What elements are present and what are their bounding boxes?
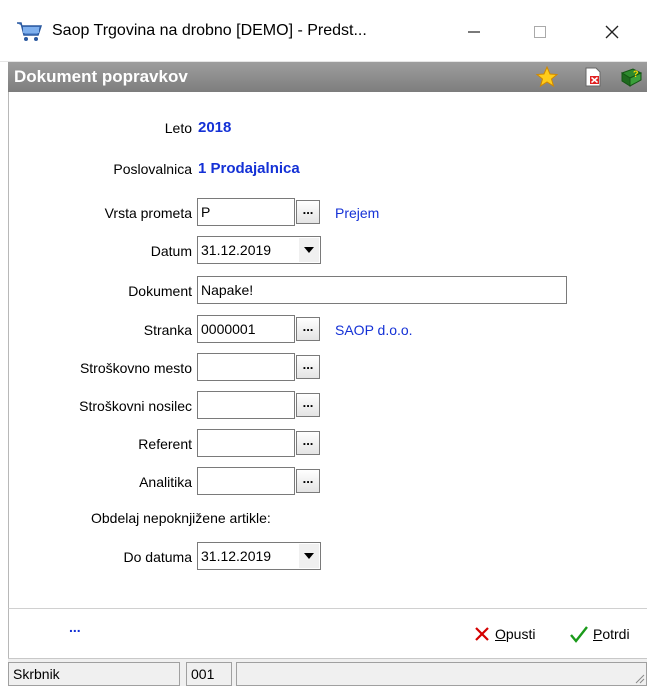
close-icon — [605, 25, 619, 39]
minimize-icon — [468, 31, 480, 33]
cancel-label: Opusti — [495, 626, 535, 642]
vrsta-prometa-input[interactable] — [197, 198, 295, 226]
stroskovni-nosilec-label: Stroškovni nosilec — [79, 398, 192, 414]
star-icon[interactable] — [535, 65, 559, 89]
stranka-label: Stranka — [143, 322, 192, 338]
confirm-label: Potrdi — [593, 626, 630, 642]
referent-label: Referent — [138, 436, 192, 452]
do-datuma-label: Do datuma — [123, 549, 192, 565]
status-code: 001 — [186, 662, 232, 686]
analitika-input[interactable] — [197, 467, 295, 495]
more-options-button[interactable]: ... — [69, 619, 81, 635]
stroskovni-nosilec-input[interactable] — [197, 391, 295, 419]
minimize-button[interactable] — [452, 14, 496, 50]
stroskovni-nosilec-lookup-button[interactable]: ... — [296, 393, 320, 417]
leto-value: 2018 — [198, 119, 232, 136]
cancel-label-rest: pusti — [505, 626, 536, 642]
stranka-description: SAOP d.o.o. — [335, 322, 413, 338]
stroskovno-mesto-label: Stroškovno mesto — [79, 360, 192, 376]
help-book-icon[interactable]: ? — [619, 65, 643, 89]
datum-dropdown-button[interactable] — [299, 238, 319, 262]
confirm-button[interactable]: Potrdi — [569, 621, 630, 647]
analitika-lookup-button[interactable]: ... — [296, 469, 320, 493]
action-bar: ... Opusti Potrdi — [8, 608, 647, 658]
analitika-label: Analitika — [139, 474, 192, 490]
checkmark-icon — [570, 626, 588, 643]
resize-grip-icon[interactable] — [633, 672, 645, 684]
form-title: Dokument popravkov — [14, 67, 188, 86]
form-content: Leto 2018 Poslovalnica 1 Prodajalnica Vr… — [8, 92, 647, 608]
chevron-down-icon — [304, 553, 314, 559]
referent-lookup-button[interactable]: ... — [296, 431, 320, 455]
poslovalnica-value: 1 Prodajalnica — [198, 160, 300, 177]
close-button[interactable] — [590, 14, 634, 50]
cancel-hotkey: O — [495, 626, 506, 642]
vrsta-prometa-description: Prejem — [335, 205, 380, 221]
cancel-button[interactable]: Opusti — [473, 621, 535, 647]
stranka-lookup-button[interactable]: ... — [296, 317, 320, 341]
status-extra — [236, 662, 647, 686]
svg-text:?: ? — [633, 69, 639, 79]
do-datuma-dropdown-button[interactable] — [299, 544, 319, 568]
referent-input[interactable] — [197, 429, 295, 457]
maximize-icon — [534, 26, 546, 38]
vrsta-prometa-label: Vrsta prometa — [104, 205, 192, 221]
cancel-x-icon — [475, 627, 489, 641]
dokument-input[interactable] — [197, 276, 567, 304]
form-header: Dokument popravkov ? — [8, 62, 647, 92]
window-title: Saop Trgovina na drobno [DEMO] - Predst.… — [52, 22, 367, 39]
datum-label: Datum — [150, 243, 192, 259]
stranka-input[interactable] — [197, 315, 295, 343]
delete-document-icon[interactable] — [581, 65, 605, 89]
dokument-label: Dokument — [128, 283, 192, 299]
window-titlebar: Saop Trgovina na drobno [DEMO] - Predst.… — [0, 0, 647, 62]
status-user: Skrbnik — [8, 662, 180, 686]
vrsta-prometa-lookup-button[interactable]: ... — [296, 200, 320, 224]
unposted-items-section-label: Obdelaj nepoknjižene artikle: — [91, 510, 271, 526]
stroskovno-mesto-lookup-button[interactable]: ... — [296, 355, 320, 379]
chevron-down-icon — [304, 247, 314, 253]
confirm-label-rest: otrdi — [602, 626, 630, 642]
shopping-cart-icon — [17, 22, 42, 41]
status-bar: Skrbnik 001 — [8, 658, 647, 686]
confirm-hotkey: P — [593, 626, 603, 642]
leto-label: Leto — [164, 120, 192, 136]
stroskovno-mesto-input[interactable] — [197, 353, 295, 381]
poslovalnica-label: Poslovalnica — [113, 161, 192, 177]
maximize-button[interactable] — [518, 14, 562, 50]
